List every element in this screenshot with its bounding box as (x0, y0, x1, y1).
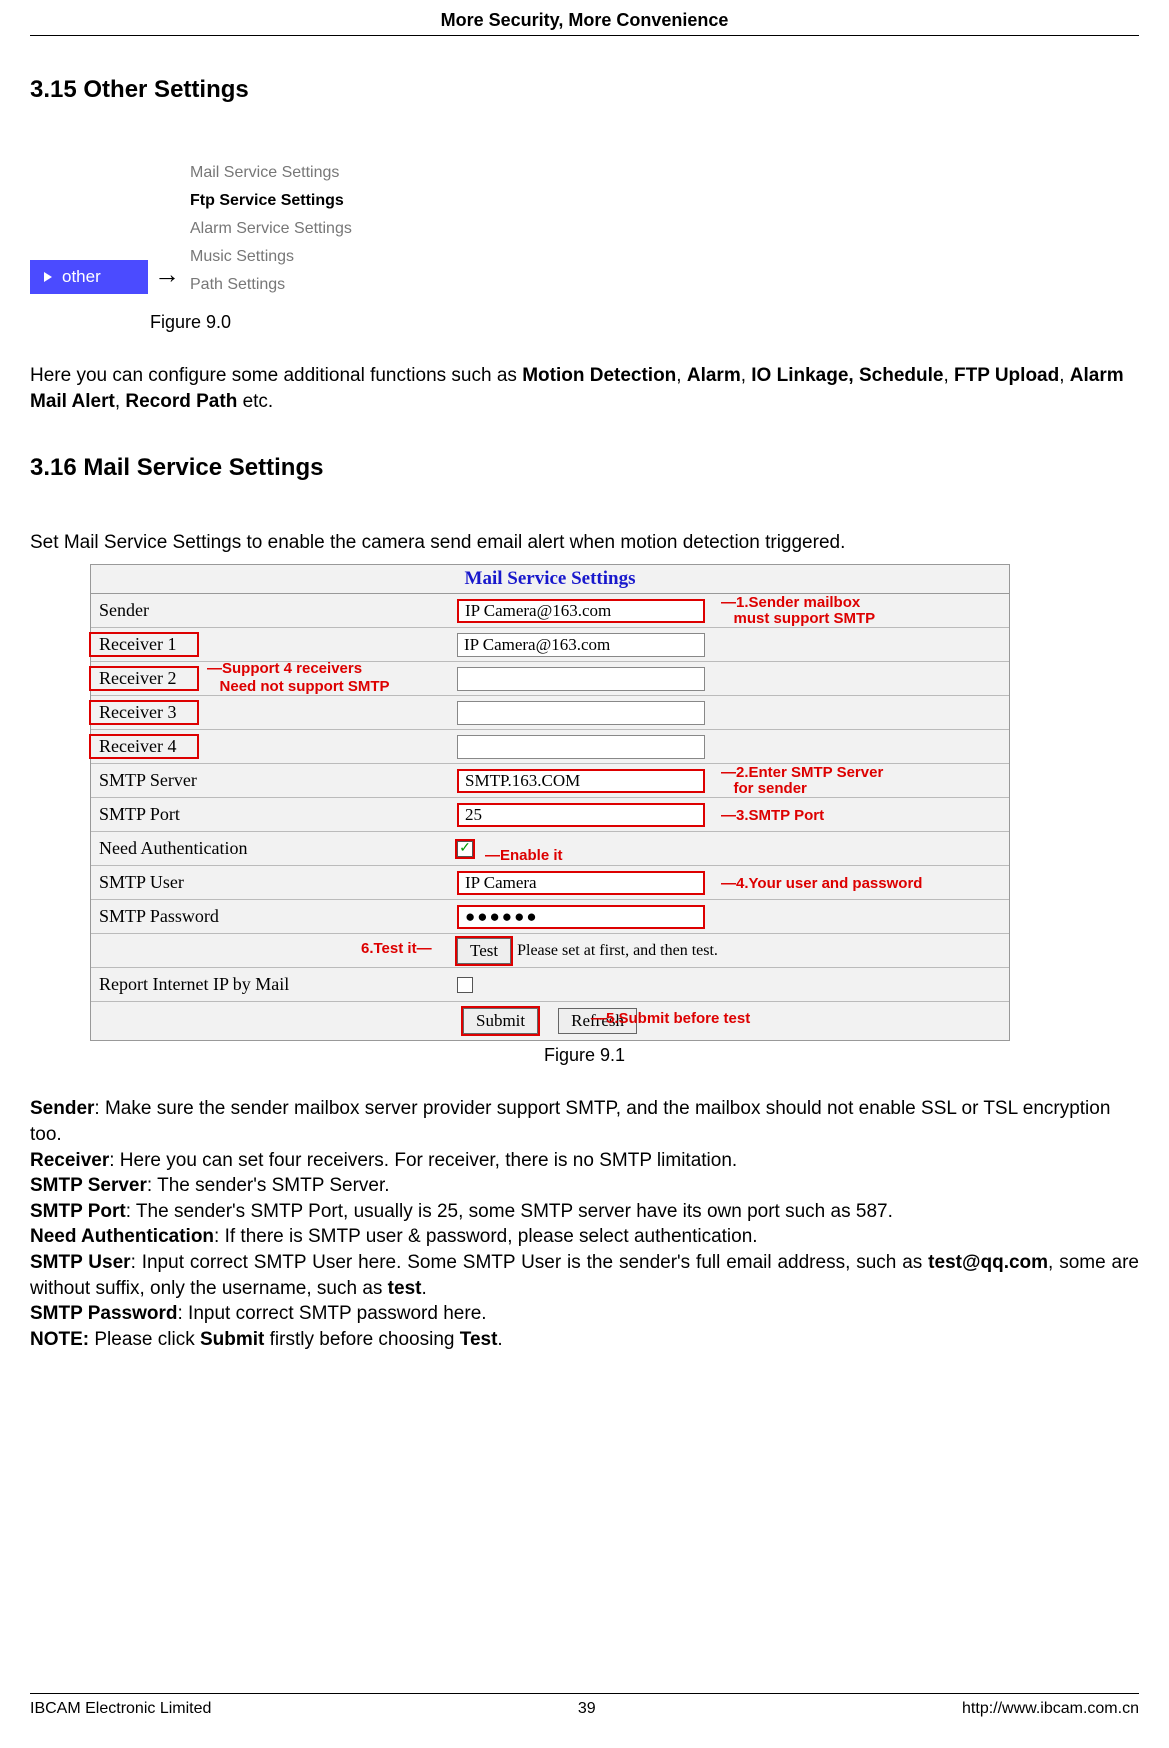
input-receiver1[interactable]: IP Camera@163.com (457, 633, 705, 657)
annot-test-it: 6.Test it— (361, 940, 432, 957)
checkbox-need-auth[interactable]: ✓ (457, 841, 473, 857)
input-smtp-port[interactable]: 25 (457, 803, 705, 827)
arrow-icon: → (154, 259, 180, 294)
row-smtp-port: SMTP Port 25 —3.SMTP Port (91, 798, 1009, 832)
label-sender: Sender (91, 600, 451, 621)
footer-url: http://www.ibcam.com.cn (962, 1700, 1139, 1718)
test-button[interactable]: Test (457, 938, 511, 964)
label-receiver2: Receiver 2 (91, 668, 197, 689)
row-report-ip: Report Internet IP by Mail (91, 968, 1009, 1002)
row-receiver3: Receiver 3 (91, 696, 1009, 730)
other-tab[interactable]: other (30, 260, 148, 294)
footer-page-number: 39 (578, 1700, 596, 1718)
label-receiver1: Receiver 1 (91, 634, 197, 655)
checkbox-report-ip[interactable] (457, 977, 473, 993)
figure-9-0-caption: Figure 9.0 (150, 312, 1139, 333)
input-receiver4[interactable] (457, 735, 705, 759)
row-test: Test Please set at first, and then test.… (91, 934, 1009, 968)
other-tab-label: other (62, 267, 101, 287)
footer-left: IBCAM Electronic Limited (30, 1700, 211, 1718)
menu-mail-service[interactable]: Mail Service Settings (190, 164, 352, 182)
input-receiver2[interactable] (457, 667, 705, 691)
input-smtp-server[interactable]: SMTP.163.COM (457, 769, 705, 793)
input-sender[interactable]: IP Camera@163.com (457, 599, 705, 623)
row-smtp-server: SMTP Server SMTP.163.COM —2.Enter SMTP S… (91, 764, 1009, 798)
row-sender: Sender IP Camera@163.com —1.Sender mailb… (91, 594, 1009, 628)
annot-submit-before-test: —5.Submit before test (591, 1010, 750, 1027)
figure-9-1-caption: Figure 9.1 (30, 1045, 1139, 1066)
row-need-auth: Need Authentication ✓ —Enable it (91, 832, 1009, 866)
page-footer: IBCAM Electronic Limited 39 http://www.i… (30, 1693, 1139, 1718)
label-smtp-port: SMTP Port (91, 804, 451, 825)
page-header: More Security, More Convenience (30, 0, 1139, 36)
menu-ftp-service[interactable]: Ftp Service Settings (190, 192, 352, 210)
label-report-ip: Report Internet IP by Mail (91, 974, 451, 995)
annot-enable-it: —Enable it (485, 847, 563, 864)
menu-path-settings[interactable]: Path Settings (190, 276, 352, 294)
play-icon (44, 272, 52, 282)
row-submit: Submit Refresh —5.Submit before test (91, 1002, 1009, 1040)
heading-3-16: 3.16 Mail Service Settings (30, 454, 1139, 482)
menu-alarm-service[interactable]: Alarm Service Settings (190, 220, 352, 238)
label-smtp-password: SMTP Password (91, 906, 451, 927)
input-receiver3[interactable] (457, 701, 705, 725)
annot-receivers: —Support 4 receivers Need not support SM… (207, 660, 390, 695)
row-receiver1: Receiver 1 IP Camera@163.com (91, 628, 1009, 662)
input-smtp-user[interactable]: IP Camera (457, 871, 705, 895)
label-need-auth: Need Authentication (91, 838, 451, 859)
annot-smtp-port: —3.SMTP Port (721, 807, 824, 824)
input-smtp-password[interactable]: ●●●●●● (457, 905, 705, 929)
label-receiver4: Receiver 4 (91, 736, 197, 757)
row-smtp-user: SMTP User IP Camera —4.Your user and pas… (91, 866, 1009, 900)
settings-menu: Mail Service Settings Ftp Service Settin… (190, 164, 352, 294)
mail-settings-table: Mail Service Settings Sender IP Camera@1… (90, 564, 1010, 1041)
annot-smtp-server: —2.Enter SMTP Server for sender (721, 765, 883, 798)
definitions: Sender: Make sure the sender mailbox ser… (30, 1096, 1139, 1352)
row-receiver2: Receiver 2 —Support 4 receivers Need not… (91, 662, 1009, 696)
heading-3-15: 3.15 Other Settings (30, 76, 1139, 104)
row-smtp-password: SMTP Password ●●●●●● (91, 900, 1009, 934)
figure-9-0-area: other → Mail Service Settings Ftp Servic… (30, 164, 1139, 294)
label-smtp-user: SMTP User (91, 872, 451, 893)
para-316-intro: Set Mail Service Settings to enable the … (30, 532, 1139, 554)
annot-user-pass: —4.Your user and password (721, 875, 922, 892)
para-315: Here you can configure some additional f… (30, 363, 1139, 414)
test-hint: Please set at first, and then test. (517, 942, 718, 960)
annot-sender: —1.Sender mailbox must support SMTP (721, 595, 875, 628)
mail-table-title: Mail Service Settings (91, 565, 1009, 594)
row-receiver4: Receiver 4 (91, 730, 1009, 764)
label-receiver3: Receiver 3 (91, 702, 197, 723)
menu-music-settings[interactable]: Music Settings (190, 248, 352, 266)
submit-button[interactable]: Submit (463, 1008, 538, 1034)
label-smtp-server: SMTP Server (91, 770, 451, 791)
